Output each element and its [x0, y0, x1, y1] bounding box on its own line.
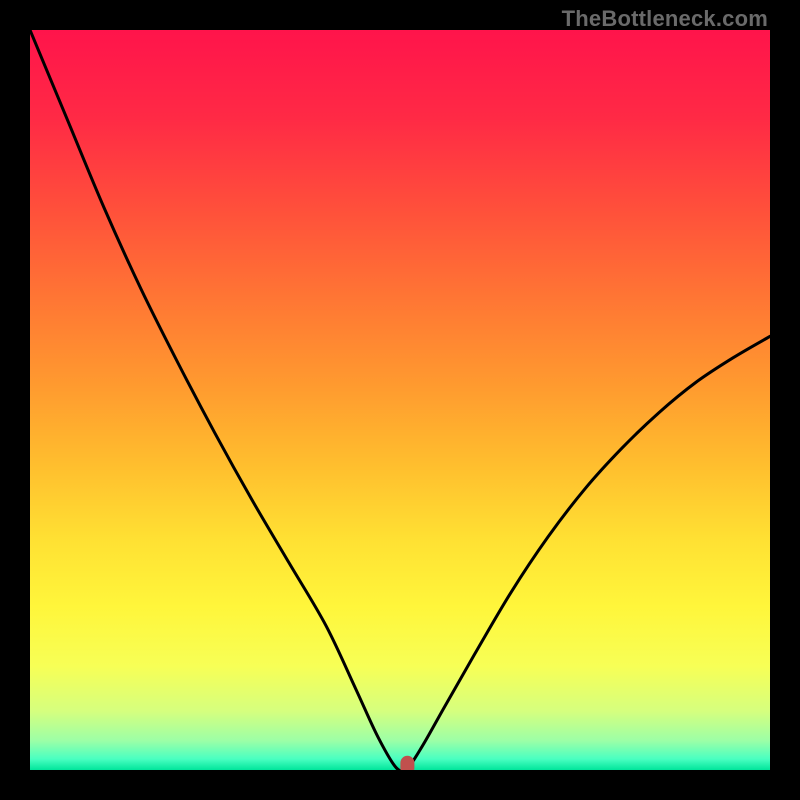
watermark-label: TheBottleneck.com [562, 6, 768, 32]
chart-frame: TheBottleneck.com [0, 0, 800, 800]
plot-area [30, 30, 770, 770]
chart-svg [30, 30, 770, 770]
gradient-background [30, 30, 770, 770]
optimum-marker [400, 756, 414, 770]
